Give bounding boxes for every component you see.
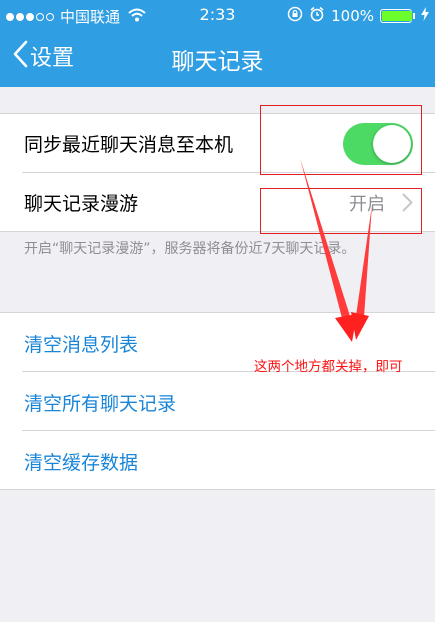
annotation-arrow-left	[300, 158, 350, 318]
annotation-arrow-right	[356, 205, 372, 317]
annotation-note: 这两个地方都关掉，即可	[254, 359, 403, 375]
annotation-arrowhead-right	[351, 312, 369, 340]
annotation-arrows	[300, 158, 372, 342]
